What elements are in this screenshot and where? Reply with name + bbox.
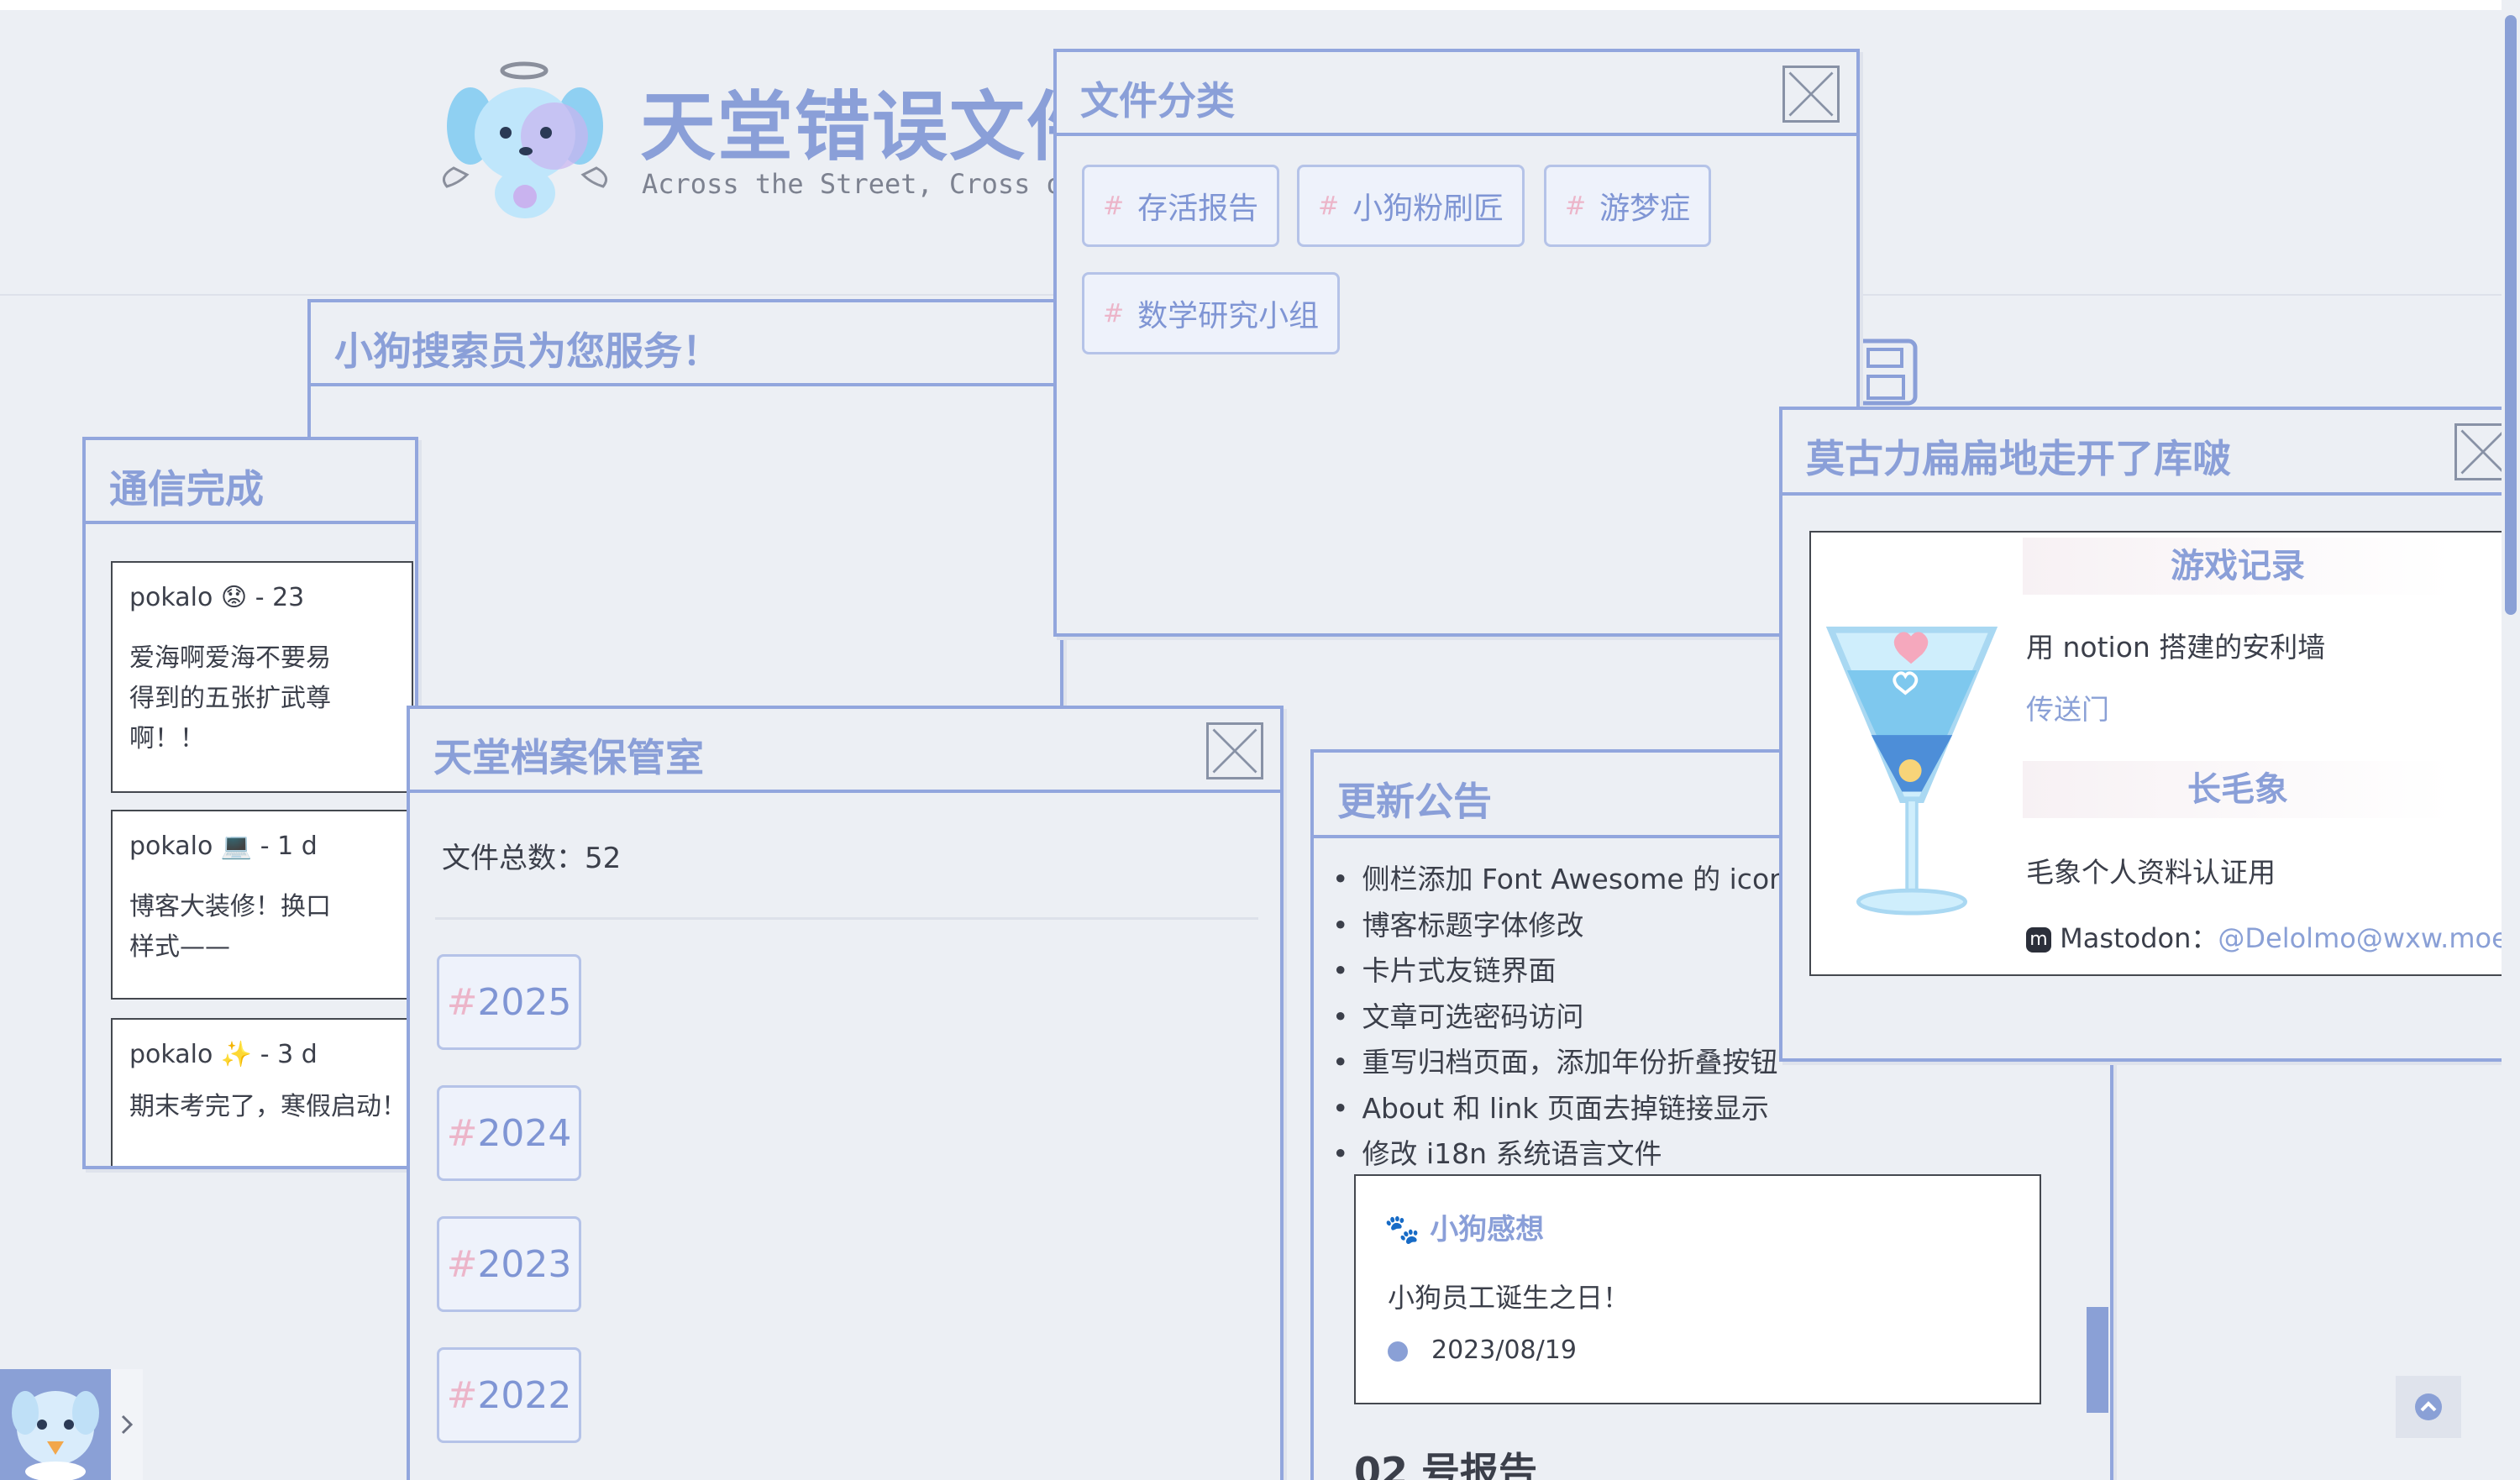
list-item: 侧栏添加 Font Awesome 的 icon [1332, 857, 1787, 903]
note-text: 小狗员工诞生之日！ [1388, 1282, 1630, 1314]
hash-icon: # [446, 980, 478, 1024]
comment-card[interactable]: pokalo ✨ - 3 d 期末考完了，寒假启动！ [111, 1018, 413, 1166]
hash-icon: # [1103, 191, 1125, 221]
mastodon-handle-link[interactable]: @Delolmo@wxw.moe [2218, 922, 2507, 954]
arrow-up-icon [2415, 1393, 2442, 1420]
comment-user: pokalo [129, 832, 213, 861]
next-report-heading: 02 号报告 [1354, 1449, 1538, 1480]
list-item: 修改 i18n 系统语言文件 [1332, 1131, 1787, 1178]
comment-body: 爱海啊爱海不要易得到的五张扩武尊啊！！ [129, 643, 331, 753]
comment-card[interactable]: pokalo 😟 - 23 爱海啊爱海不要易得到的五张扩武尊啊！！ [111, 561, 413, 793]
window-scrollbar[interactable] [2087, 1307, 2108, 1413]
hash-icon: # [1103, 298, 1125, 328]
hash-icon: # [1318, 191, 1340, 221]
archive-window-titlebar[interactable]: 天堂档案保管室 [410, 709, 1280, 793]
comment-emoji: ✨ [220, 1040, 253, 1069]
search-window-title: 小狗搜索员为您服务！ [334, 328, 721, 374]
list-item: 重写归档页面，添加年份折叠按钮 [1332, 1040, 1787, 1086]
game-record-heading: 游戏记录 [2023, 538, 2453, 595]
close-icon [1788, 71, 1834, 117]
comment-user: pokalo [129, 583, 213, 612]
categories-window: 文件分类 # 存活报告 # 小狗粉刷匠 # 游梦症 # 数学研究小组 [1053, 49, 1860, 637]
list-item: 卡片式友链界面 [1332, 948, 1787, 995]
site-logo[interactable] [437, 59, 613, 227]
comment-card[interactable]: pokalo 💻 - 1 d 博客大装修！换口样式—— [111, 810, 413, 1000]
mastodon-icon: m [2026, 927, 2051, 953]
close-button[interactable] [1206, 722, 1263, 779]
note-card: 🐾 小狗感想 小狗员工诞生之日！ 2023/08/19 [1354, 1174, 2041, 1404]
hash-icon: # [446, 1373, 478, 1417]
profile-window: 莫古力扁扁地走开了库啵 游戏记录 用 notion 搭建的安利墙 传送门 长毛象… [1779, 407, 2510, 1062]
archive-window-title: 天堂档案保管室 [433, 735, 704, 780]
page-scrollbar-thumb[interactable] [2505, 15, 2517, 615]
category-tag[interactable]: # 存活报告 [1082, 165, 1280, 247]
year-button[interactable]: #2024 [437, 1085, 581, 1181]
file-total: 文件总数：52 [442, 842, 622, 875]
avatar-widget[interactable] [0, 1369, 111, 1480]
paw-icon: 🐾 [1384, 1213, 1420, 1246]
hash-icon: # [1565, 191, 1587, 221]
update-list: 侧栏添加 Font Awesome 的 icon 博客标题字体修改 卡片式友链界… [1332, 857, 1787, 1178]
category-tag[interactable]: # 小狗粉刷匠 [1297, 165, 1525, 247]
comms-window-titlebar[interactable]: 通信完成 [86, 440, 415, 524]
comms-window-title: 通信完成 [109, 466, 264, 512]
archive-window: 天堂档案保管室 文件总数：52 #2025 #2024 #2023 #2022 [407, 706, 1284, 1480]
mastodon-label: Mastodon： [2060, 922, 2218, 954]
list-item: 博客标题字体修改 [1332, 903, 1787, 949]
profile-window-title: 莫古力扁扁地走开了库啵 [1806, 436, 2231, 481]
update-window-title: 更新公告 [1337, 779, 1492, 824]
search-window-titlebar[interactable]: 小狗搜索员为您服务！ [311, 302, 1060, 386]
category-tag[interactable]: # 数学研究小组 [1082, 272, 1341, 354]
comment-user: pokalo [129, 1040, 213, 1069]
year-button[interactable]: #2023 [437, 1216, 581, 1312]
mastodon-heading: 长毛象 [2023, 761, 2453, 818]
year-button[interactable]: #2022 [437, 1347, 581, 1443]
mastodon-text: 毛象个人资料认证用 [2026, 856, 2276, 889]
year-button[interactable]: #2025 [437, 954, 581, 1050]
hash-icon: # [446, 1242, 478, 1286]
profile-window-titlebar[interactable]: 莫古力扁扁地走开了库啵 [1782, 410, 2507, 496]
comment-emoji: 💻 [220, 832, 253, 861]
comms-window: 通信完成 pokalo 😟 - 23 爱海啊爱海不要易得到的五张扩武尊啊！！ p… [82, 437, 418, 1169]
note-date: 2023/08/19 [1431, 1336, 1577, 1365]
categories-window-title: 文件分类 [1080, 78, 1235, 123]
site-subtitle: Across the Street, Cross one [642, 168, 1095, 200]
sidebar-expand-button[interactable] [111, 1369, 143, 1480]
categories-window-titlebar[interactable]: 文件分类 [1057, 52, 1856, 136]
close-button[interactable] [1782, 66, 1840, 123]
category-tag[interactable]: # 游梦症 [1544, 165, 1712, 247]
hash-icon: # [446, 1111, 478, 1155]
chevron-right-icon [121, 1414, 134, 1435]
comment-emoji: 😟 [220, 583, 248, 612]
comment-body: 博客大装修！换口样式—— [129, 892, 331, 962]
browser-top-strip [0, 0, 2520, 10]
list-item: About 和 link 页面去掉链接显示 [1332, 1086, 1787, 1132]
comment-body: 期末考完了，寒假启动！ [129, 1092, 407, 1121]
note-title: 小狗感想 [1430, 1213, 1545, 1246]
divider [435, 917, 1258, 920]
avatar [12, 1391, 99, 1480]
site-title[interactable]: 天堂错误文件 [640, 66, 1104, 175]
back-to-top-button[interactable] [2396, 1376, 2461, 1438]
close-icon [1212, 728, 1257, 774]
comment-time: - 1 d [260, 832, 318, 861]
date-dot-icon [1388, 1341, 1408, 1362]
comment-time: - 3 d [260, 1040, 318, 1069]
game-record-text: 用 notion 搭建的安利墙 [2026, 631, 2326, 664]
list-item: 文章可选密码访问 [1332, 995, 1787, 1041]
cocktail-glass-icon [1825, 626, 1998, 916]
save-icon[interactable] [1853, 338, 1919, 407]
comment-time: - 23 [255, 583, 305, 612]
portal-link[interactable]: 传送门 [2026, 687, 2109, 727]
profile-card: 游戏记录 用 notion 搭建的安利墙 传送门 长毛象 毛象个人资料认证用 m… [1809, 531, 2507, 976]
